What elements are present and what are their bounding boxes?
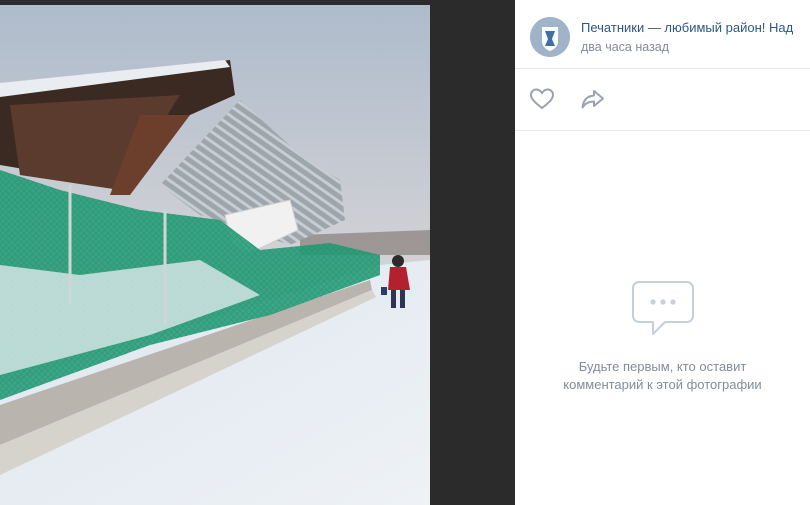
post-photo[interactable] [0, 5, 430, 505]
comment-bubble-icon [631, 281, 694, 335]
like-button[interactable] [528, 85, 558, 113]
post-timestamp[interactable]: два часа назад [581, 40, 669, 54]
post-header: Печатники — любимый район! Над два часа … [515, 0, 810, 69]
comments-empty-state: Будьте первым, кто оставит комментарий к… [515, 280, 810, 394]
share-button[interactable] [579, 85, 609, 113]
heart-icon [529, 88, 555, 110]
comments-empty-text: Будьте первым, кто оставит комментарий к… [515, 358, 810, 394]
empty-line-2: комментарий к этой фотографии [563, 377, 762, 392]
post-author-link[interactable]: Печатники — любимый район! Над [581, 20, 809, 35]
empty-line-1: Будьте первым, кто оставит [578, 359, 747, 374]
community-avatar[interactable] [530, 17, 570, 57]
photo-viewer [0, 0, 515, 505]
share-arrow-icon [581, 90, 604, 109]
post-side-panel: Печатники — любимый район! Над два часа … [515, 0, 810, 505]
post-actions [515, 69, 810, 131]
